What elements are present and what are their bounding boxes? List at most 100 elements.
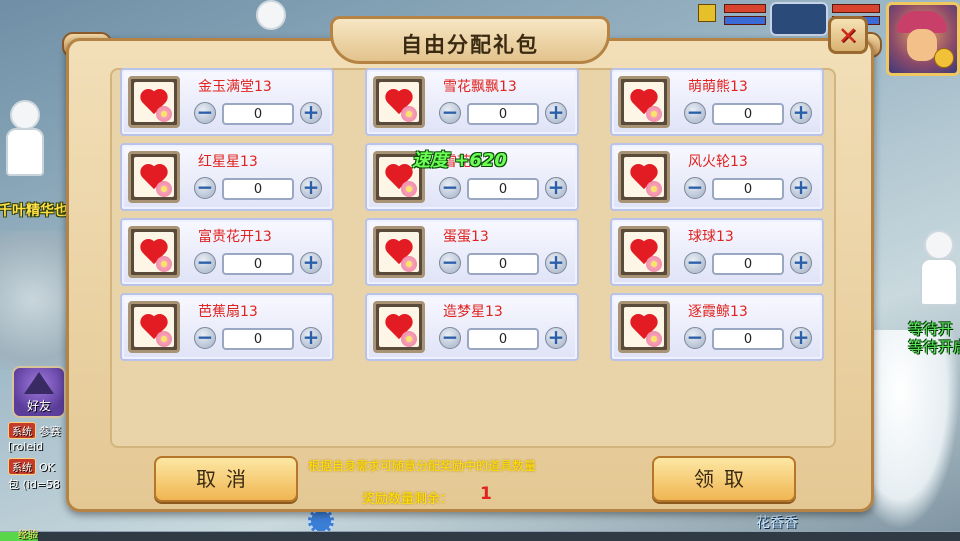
heart-flower-icon — [624, 307, 664, 347]
claim-button[interactable]: 领取 — [652, 456, 796, 502]
item-card: 雪花飘飘13 − + — [365, 68, 579, 136]
close-icon: ✕ — [837, 22, 859, 50]
item-name: 红星星13 — [198, 154, 258, 170]
plus-icon: + — [547, 100, 565, 124]
npc-name-left: 千叶精华也 — [0, 203, 68, 219]
decrement-button[interactable]: − — [194, 175, 216, 199]
gift-icon-frame[interactable] — [618, 76, 670, 128]
quantity-input[interactable] — [222, 253, 294, 275]
close-button[interactable]: ✕ — [828, 16, 868, 54]
decrement-button[interactable]: − — [194, 250, 216, 274]
scene-snow-patch — [860, 330, 960, 530]
decrement-button[interactable]: − — [684, 325, 706, 349]
quantity-input[interactable] — [467, 328, 539, 350]
quantity-input[interactable] — [222, 328, 294, 350]
item-card: 蛋蛋13 − + — [365, 218, 579, 286]
quantity-input[interactable] — [712, 103, 784, 125]
increment-button[interactable]: + — [300, 100, 322, 124]
player-hp-bar — [832, 4, 880, 13]
decrement-button[interactable]: − — [439, 100, 461, 124]
wizard-hat-icon — [24, 372, 54, 394]
quantity-input[interactable] — [712, 253, 784, 275]
decrement-button[interactable]: − — [684, 175, 706, 199]
heart-flower-icon — [624, 232, 664, 272]
increment-button[interactable]: + — [300, 325, 322, 349]
gift-icon-frame[interactable] — [618, 226, 670, 278]
coin-icon[interactable] — [934, 48, 954, 68]
increment-button[interactable]: + — [545, 250, 567, 274]
gift-icon-frame[interactable] — [128, 76, 180, 128]
decrement-button[interactable]: − — [439, 175, 461, 199]
gift-icon-frame[interactable] — [373, 76, 425, 128]
gift-icon-frame[interactable] — [128, 226, 180, 278]
increment-button[interactable]: + — [300, 250, 322, 274]
cancel-button[interactable]: 取消 — [154, 456, 298, 502]
quantity-input[interactable] — [222, 178, 294, 200]
minus-icon: − — [686, 325, 704, 349]
heart-flower-icon — [379, 307, 419, 347]
increment-button[interactable]: + — [790, 175, 812, 199]
minus-icon: − — [441, 100, 459, 124]
heart-flower-icon — [134, 307, 174, 347]
minus-icon: − — [196, 100, 214, 124]
gift-icon-frame[interactable] — [128, 151, 180, 203]
minus-icon: − — [196, 250, 214, 274]
item-card: 造梦星13 − + — [365, 293, 579, 361]
decrement-button[interactable]: − — [439, 250, 461, 274]
minus-icon: − — [441, 250, 459, 274]
decrement-button[interactable]: − — [684, 250, 706, 274]
minus-icon: − — [686, 250, 704, 274]
item-name: 萌萌熊13 — [688, 79, 748, 95]
quantity-input[interactable] — [467, 178, 539, 200]
quantity-input[interactable] — [712, 178, 784, 200]
friend-button[interactable]: 好友 — [12, 366, 66, 418]
item-name: 逐霞鲸13 — [688, 304, 748, 320]
increment-button[interactable]: + — [545, 175, 567, 199]
increment-button[interactable]: + — [790, 250, 812, 274]
quantity-input[interactable] — [467, 253, 539, 275]
item-name: 风火轮13 — [688, 154, 748, 170]
minus-icon: − — [196, 175, 214, 199]
plus-icon: + — [302, 100, 320, 124]
item-card: 富贵花开13 − + — [120, 218, 334, 286]
hp-bar — [724, 4, 766, 13]
quantity-input[interactable] — [222, 103, 294, 125]
increment-button[interactable]: + — [545, 325, 567, 349]
gift-icon-frame[interactable] — [618, 151, 670, 203]
gift-icon-frame[interactable] — [373, 226, 425, 278]
heart-flower-icon — [379, 82, 419, 122]
increment-button[interactable]: + — [545, 100, 567, 124]
quantity-input[interactable] — [467, 103, 539, 125]
minus-icon: − — [196, 325, 214, 349]
plus-icon: + — [302, 175, 320, 199]
decrement-button[interactable]: − — [194, 325, 216, 349]
increment-button[interactable]: + — [790, 325, 812, 349]
plus-icon: + — [547, 175, 565, 199]
title-banner: 自由分配礼包 — [330, 16, 610, 64]
plus-icon: + — [792, 100, 810, 124]
item-name: 芭蕉扇13 — [198, 304, 258, 320]
remaining-label: 奖励数量剩余： — [362, 492, 454, 507]
chat-text: [roleid — [8, 440, 44, 453]
plus-icon: + — [302, 325, 320, 349]
gift-icon-frame[interactable] — [373, 301, 425, 353]
minus-icon: − — [441, 175, 459, 199]
gift-icon-frame[interactable] — [618, 301, 670, 353]
item-card: 逐霞鲸13 − + — [610, 293, 824, 361]
decrement-button[interactable]: − — [684, 100, 706, 124]
quantity-input[interactable] — [712, 328, 784, 350]
decrement-button[interactable]: − — [439, 325, 461, 349]
decrement-button[interactable]: − — [194, 100, 216, 124]
system-badge: 系统 — [8, 422, 36, 439]
waiting-label-2: 等待开启 — [908, 338, 960, 356]
heart-flower-icon — [134, 157, 174, 197]
npc-character-right[interactable] — [920, 230, 958, 306]
gift-icon-frame[interactable] — [128, 301, 180, 353]
chat-text: 包 (id=58 — [8, 478, 61, 491]
item-name: 蛋蛋13 — [443, 229, 489, 245]
plus-icon: + — [792, 325, 810, 349]
increment-button[interactable]: + — [300, 175, 322, 199]
item-card: 金玉满堂13 − + — [120, 68, 334, 136]
increment-button[interactable]: + — [790, 100, 812, 124]
npc-character-left[interactable] — [6, 100, 44, 176]
